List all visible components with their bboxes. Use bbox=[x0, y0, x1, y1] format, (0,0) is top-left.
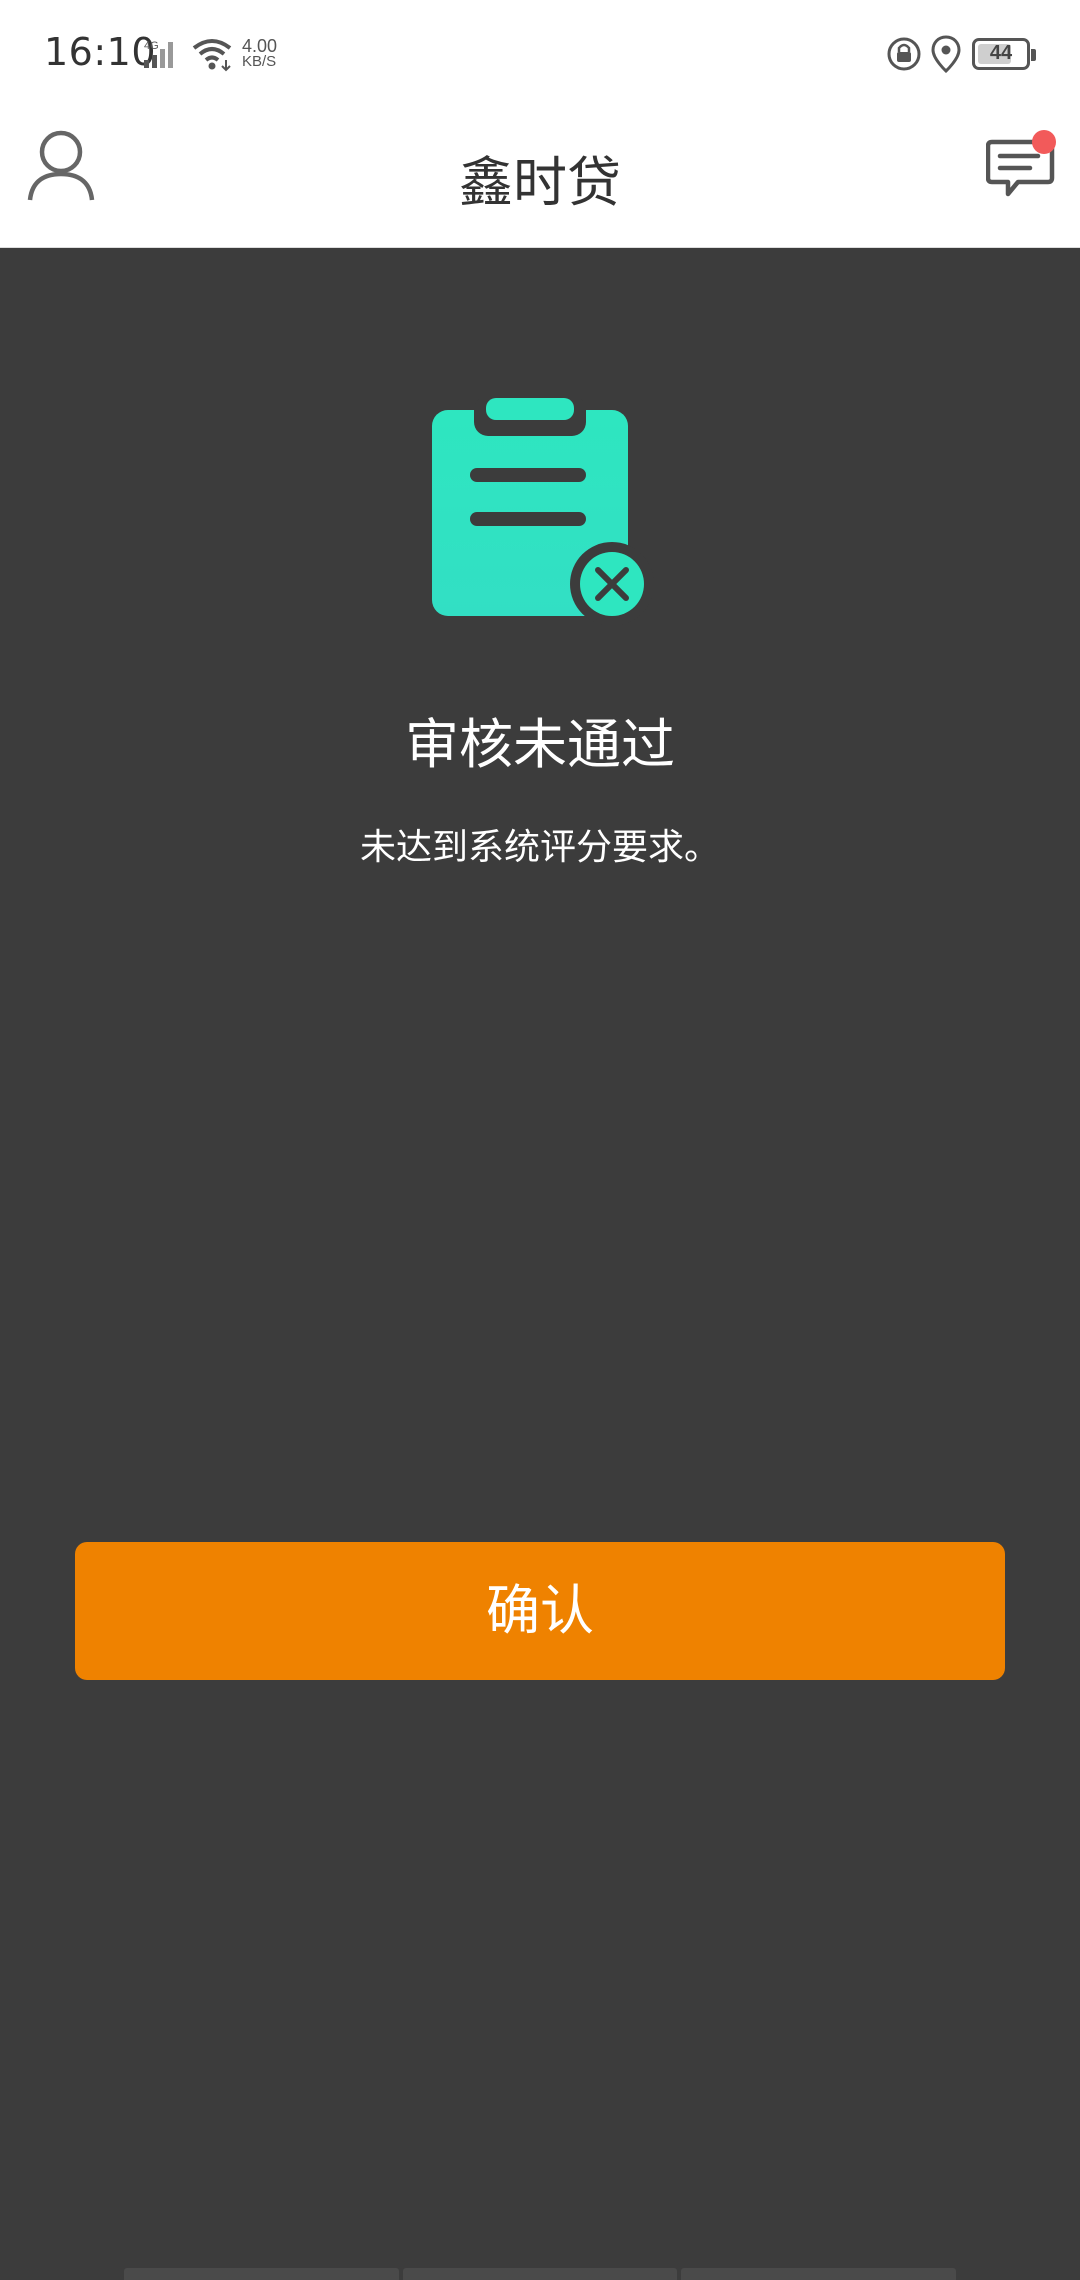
network-speed: 4.00 KB/S bbox=[242, 36, 278, 70]
net-speed-value: 4.00 bbox=[242, 36, 278, 56]
signal-icon: 4G bbox=[144, 38, 184, 70]
notification-dot bbox=[1032, 130, 1056, 154]
result-title: 审核未通过 bbox=[405, 713, 675, 776]
location-icon bbox=[930, 34, 962, 74]
clipboard-rejected-icon bbox=[426, 396, 654, 626]
battery-icon: 44 bbox=[972, 38, 1036, 70]
confirm-button[interactable]: 确认 bbox=[75, 1542, 1005, 1680]
result-description: 未达到系统评分要求。 bbox=[359, 827, 720, 868]
status-time: 16:10 bbox=[44, 30, 157, 74]
status-bar: 16:10 4G 4.00 KB/S 44 bbox=[0, 0, 1080, 108]
bottom-nav-indicator bbox=[124, 2268, 957, 2280]
page-title: 鑫时贷 bbox=[459, 151, 621, 214]
wifi-icon bbox=[192, 36, 236, 72]
net-speed-unit: KB/S bbox=[242, 53, 277, 70]
lock-rotation-icon bbox=[886, 36, 922, 72]
svg-text:4G: 4G bbox=[144, 40, 159, 52]
app-header: 鑫时贷 bbox=[0, 108, 1080, 248]
battery-level: 44 bbox=[989, 42, 1013, 64]
